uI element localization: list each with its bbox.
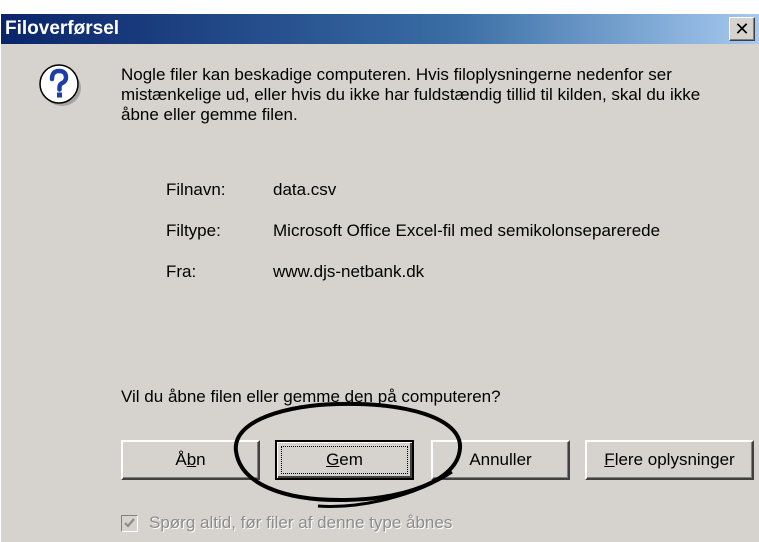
filetype-label: Filtype: [166,221,221,240]
dialog-title: Filoverførsel [5,18,120,39]
open-label-hotkey: b [186,450,197,469]
question-icon [39,64,81,106]
file-download-dialog: Filoverførsel ✕ Nogle filer kan beskadig… [0,14,759,542]
filename-value: data.csv [273,180,337,199]
open-button-label: Åbn [175,450,205,470]
source-label: Fra: [166,262,197,281]
checkmark-icon [124,517,135,528]
title-bar[interactable]: Filoverførsel ✕ [1,14,759,44]
more-info-button[interactable]: Flere oplysninger [585,440,754,480]
close-button[interactable]: ✕ [729,17,755,41]
cancel-button[interactable]: Annuller [431,440,570,480]
more-label-suffix: lere oplysninger [614,450,735,469]
more-info-button-label: Flere oplysninger [604,450,734,470]
cancel-button-label: Annuller [469,450,532,469]
more-label-hotkey: F [604,450,615,469]
always-ask-label: Spørg altid, før filer af denne type åbn… [149,513,453,532]
open-label-prefix: Å [175,450,187,469]
filename-label: Filnavn: [166,180,226,199]
open-label-suffix: n [196,450,206,469]
open-button[interactable]: Åbn [121,440,260,480]
close-icon: ✕ [734,19,750,39]
action-question: Vil du åbne filen eller gemme den på com… [121,387,501,406]
filetype-value: Microsoft Office Excel-fil med semikolon… [273,221,661,240]
always-ask-checkbox [121,514,138,532]
save-button[interactable]: Gem [275,440,414,480]
warning-message: Nogle filer kan beskadige computeren. Hv… [121,65,701,124]
focus-rectangle [281,446,408,474]
always-ask-option: Spørg altid, før filer af denne type åbn… [121,512,452,534]
source-value: www.djs-netbank.dk [273,262,425,281]
